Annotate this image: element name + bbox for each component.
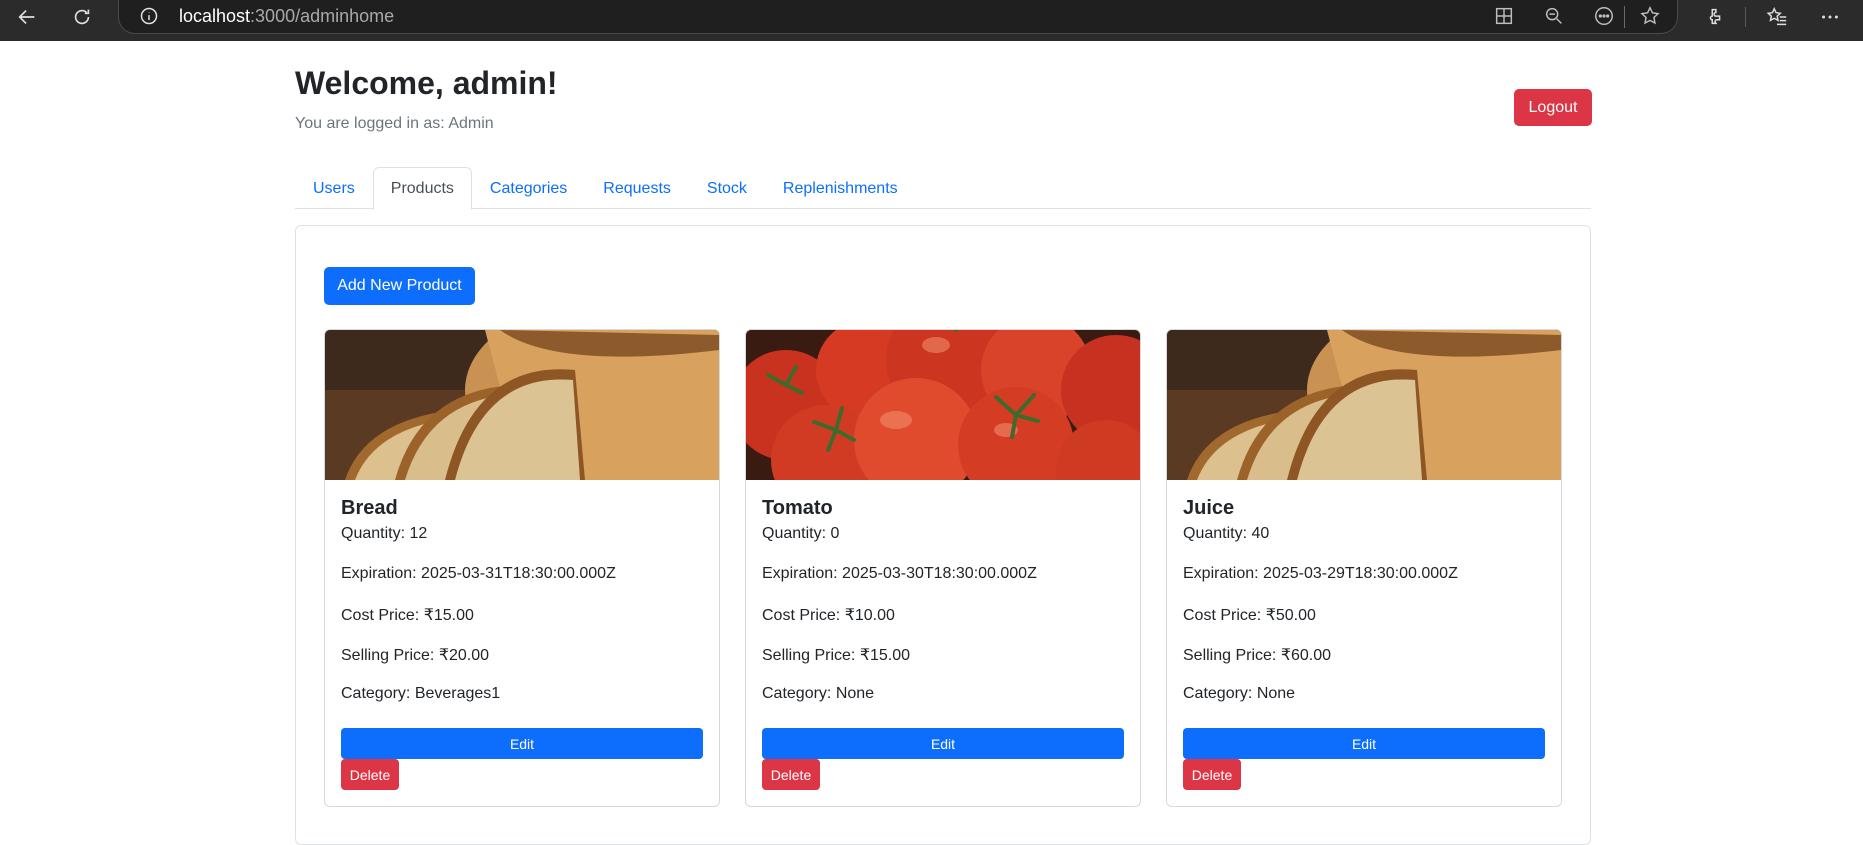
extensions-icon[interactable] (1690, 0, 1740, 34)
bread-image (325, 330, 719, 480)
page-title: Welcome, admin! (295, 65, 558, 101)
address-divider (1624, 6, 1625, 28)
url-text[interactable]: localhost:3000/adminhome (179, 6, 394, 26)
tab-requests[interactable]: Requests (585, 167, 689, 209)
zoom-out-icon[interactable] (1543, 5, 1565, 27)
site-info-icon[interactable] (139, 6, 159, 26)
app-install-icon[interactable] (1493, 5, 1515, 27)
address-bar[interactable]: localhost:3000/adminhome (118, 0, 1678, 34)
products-panel: Add New Product Bread Quantity: 12 Expir… (295, 225, 1591, 845)
product-image (746, 330, 1140, 480)
product-cost-price: Cost Price: ₹50.00 (1183, 607, 1316, 624)
edit-button[interactable]: Edit (1183, 728, 1545, 759)
logged-in-status: You are logged in as: Admin (295, 115, 494, 132)
bread-image (1167, 330, 1561, 480)
settings-menu-icon[interactable] (1805, 0, 1855, 34)
product-quantity: Quantity: 40 (1183, 525, 1270, 542)
product-card-tomato: Tomato Quantity: 0 Expiration: 2025-03-3… (745, 329, 1141, 807)
product-cost-price: Cost Price: ₹10.00 (762, 607, 895, 624)
tab-categories[interactable]: Categories (472, 167, 585, 209)
product-expiration: Expiration: 2025-03-29T18:30:00.000Z (1183, 565, 1458, 582)
tab-replenishments[interactable]: Replenishments (765, 167, 916, 209)
reload-icon[interactable] (57, 0, 107, 34)
product-cost-price: Cost Price: ₹15.00 (341, 607, 474, 624)
product-name: Juice (1183, 497, 1235, 519)
product-selling-price: Selling Price: ₹60.00 (1183, 647, 1332, 664)
edit-button[interactable]: Edit (341, 728, 703, 759)
product-name: Tomato (762, 497, 833, 519)
product-quantity: Quantity: 12 (341, 525, 428, 542)
delete-button[interactable]: Delete (341, 759, 399, 790)
add-new-product-button[interactable]: Add New Product (324, 267, 475, 305)
admin-tabs: Users Products Categories Requests Stock… (295, 167, 1591, 210)
product-image (1167, 330, 1561, 480)
tab-users[interactable]: Users (295, 167, 373, 209)
url-host: localhost (179, 6, 251, 26)
toolbar-divider (1745, 7, 1746, 27)
product-name: Bread (341, 497, 398, 519)
tab-products[interactable]: Products (372, 167, 472, 210)
product-card-bread: Bread Quantity: 12 Expiration: 2025-03-3… (324, 329, 720, 807)
product-selling-price: Selling Price: ₹20.00 (341, 647, 490, 664)
tab-stock[interactable]: Stock (689, 167, 765, 209)
logout-button[interactable]: Logout (1514, 89, 1592, 126)
product-image (325, 330, 719, 480)
product-category: Category: None (762, 685, 875, 702)
more-tools-icon[interactable] (1593, 5, 1615, 27)
favorites-icon[interactable] (1752, 0, 1802, 34)
back-arrow-icon[interactable] (2, 0, 52, 34)
product-quantity: Quantity: 0 (762, 525, 840, 542)
delete-button[interactable]: Delete (762, 759, 820, 790)
edit-button[interactable]: Edit (762, 728, 1124, 759)
delete-button[interactable]: Delete (1183, 759, 1241, 790)
product-selling-price: Selling Price: ₹15.00 (762, 647, 911, 664)
product-category: Category: Beverages1 (341, 685, 501, 702)
product-expiration: Expiration: 2025-03-31T18:30:00.000Z (341, 565, 616, 582)
tomato-image (746, 330, 1140, 480)
browser-toolbar: localhost:3000/adminhome (0, 0, 1863, 41)
product-category: Category: None (1183, 685, 1296, 702)
product-expiration: Expiration: 2025-03-30T18:30:00.000Z (762, 565, 1037, 582)
favorite-star-icon[interactable] (1639, 5, 1661, 27)
product-card-juice: Juice Quantity: 40 Expiration: 2025-03-2… (1166, 329, 1562, 807)
url-path: :3000/adminhome (250, 6, 395, 26)
